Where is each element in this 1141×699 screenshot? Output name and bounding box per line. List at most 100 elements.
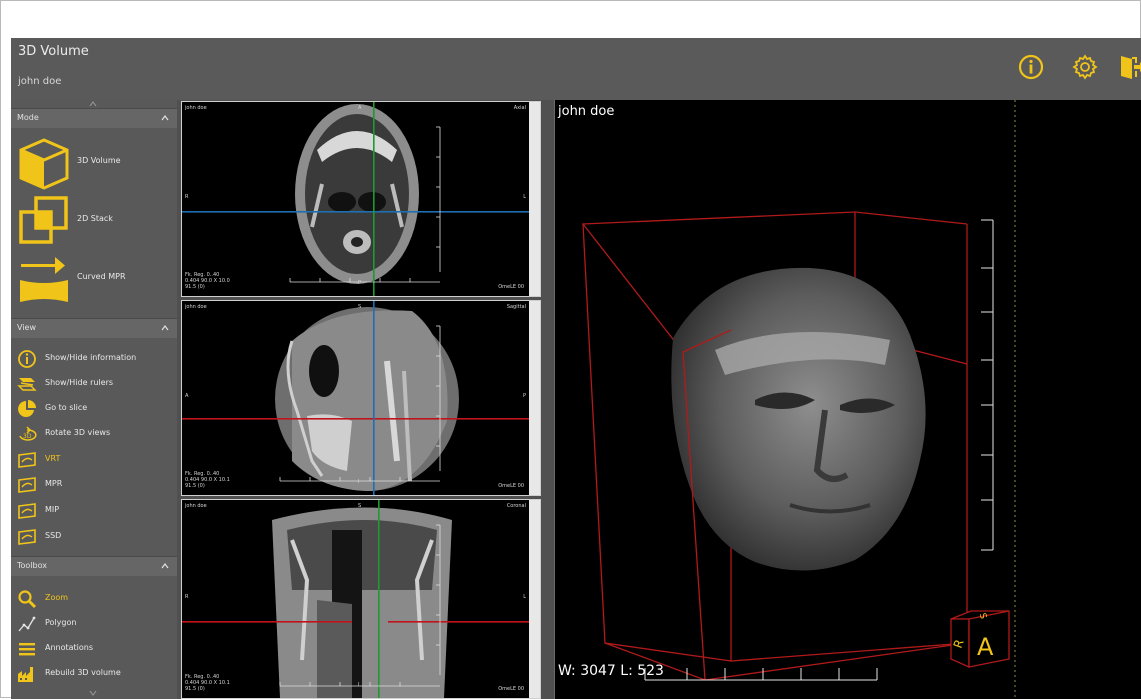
window-level-readout: W: 3047 L: 523 — [558, 663, 664, 679]
section-toolbox-title: Toolbox — [17, 561, 47, 570]
coronal-slice-image — [182, 500, 530, 698]
slice-patient-name: john doe — [185, 105, 207, 111]
render-icon — [18, 503, 36, 519]
view-show-hide-rulers[interactable]: Show/Hide rulers — [15, 371, 175, 395]
view-ssd[interactable]: SSD — [15, 524, 175, 548]
polygon-icon — [18, 616, 36, 632]
sagittal-slice-view[interactable]: john doe S Sagittal A P I Fk. Reg. 0..40… — [181, 300, 541, 496]
section-view-title: View — [17, 323, 36, 332]
scroll-up-icon[interactable] — [89, 101, 97, 107]
mode-label: 3D Volume — [77, 156, 121, 165]
view-item-label: Go to slice — [45, 403, 88, 412]
slice-stamp: OmeLE 00 — [498, 284, 524, 290]
section-view-header[interactable]: View — [11, 318, 177, 338]
slice-plane-label: Sagittal — [506, 304, 526, 310]
tool-label: Zoom — [45, 593, 69, 602]
view-rotate-3d-views[interactable]: 3D Rotate 3D views — [15, 421, 175, 445]
mode-3d-volume[interactable]: 3D Volume — [15, 134, 175, 190]
axial-slice-image — [182, 102, 530, 296]
tool-annotations[interactable]: Annotations — [15, 636, 175, 660]
rebuild-icon — [18, 667, 33, 682]
view3d-patient-name: john doe — [558, 104, 615, 119]
tool-label: Polygon — [45, 618, 77, 627]
ruler-icon — [17, 378, 37, 391]
cube-front-label: A — [977, 633, 994, 661]
mode-label: Curved MPR — [77, 272, 126, 281]
tool-label: Annotations — [45, 643, 94, 652]
view-item-label: MIP — [45, 505, 60, 514]
view-go-to-slice[interactable]: Go to slice — [15, 396, 175, 420]
slice-scrollbar[interactable] — [529, 102, 540, 296]
volume-render-view[interactable]: john doe W: 3047 L: 523 S R A — [554, 100, 1141, 699]
view-vrt[interactable]: VRT — [15, 447, 175, 471]
slice-orientation-right: L — [523, 194, 526, 200]
cube-icon — [19, 138, 69, 190]
slice-orientation-right: P — [522, 393, 526, 399]
view-item-label: Show/Hide information — [45, 353, 137, 362]
view-item-label: VRT — [45, 454, 61, 463]
slice-orientation-bottom: I — [358, 682, 360, 688]
slice-orientation-right: L — [523, 594, 526, 600]
gear-icon[interactable] — [1071, 53, 1099, 81]
scroll-down-icon[interactable] — [89, 690, 97, 696]
axial-slice-view[interactable]: john doe A Axial R L P Fk. Reg. 0..40 0.… — [181, 101, 541, 297]
slice-orientation-top: S — [358, 304, 362, 310]
page-title: 3D Volume — [18, 44, 89, 59]
header-bar: 3D Volume john doe — [11, 38, 1141, 100]
section-mode-header[interactable]: Mode — [11, 108, 177, 128]
view-item-label: Show/Hide rulers — [45, 378, 114, 387]
annotations-icon — [19, 643, 35, 656]
rotate-3d-icon: 3D — [19, 426, 37, 441]
sagittal-slice-image — [182, 301, 530, 495]
orientation-cube-icon[interactable]: S R A — [947, 605, 1017, 675]
info-icon[interactable] — [1017, 53, 1045, 81]
slice-orientation-bottom: I — [358, 479, 360, 485]
mode-2d-stack[interactable]: 2D Stack — [15, 192, 175, 248]
slice-stamp: OmeLE 00 — [498, 686, 524, 692]
pie-icon — [18, 400, 36, 417]
view-item-label: MPR — [45, 479, 63, 488]
slice-orientation-top: A — [358, 105, 362, 111]
slice-patient-name: john doe — [185, 503, 207, 509]
view-item-label: SSD — [45, 531, 62, 540]
chevron-up-icon — [161, 115, 169, 121]
slice-info-text: Fk. Reg. 0..40 0.404 90.0 X 10.0 91.5 (0… — [185, 272, 230, 290]
tool-zoom[interactable]: Zoom — [15, 586, 175, 610]
chevron-up-icon — [161, 563, 169, 569]
section-toolbox-header[interactable]: Toolbox — [11, 556, 177, 576]
slice-plane-label: Axial — [513, 105, 526, 111]
tool-polygon[interactable]: Polygon — [15, 611, 175, 635]
section-mode-title: Mode — [17, 113, 39, 122]
magnifier-icon — [18, 590, 37, 609]
mode-curved-mpr[interactable]: Curved MPR — [15, 250, 175, 306]
volume-render-image — [581, 100, 1016, 699]
view-mip[interactable]: MIP — [15, 498, 175, 522]
slice-plane-label: Coronal — [506, 503, 526, 509]
slice-patient-name: john doe — [185, 304, 207, 310]
patient-name: john doe — [18, 76, 62, 87]
view-show-hide-information[interactable]: Show/Hide information — [15, 346, 175, 370]
slice-scrollbar[interactable] — [529, 301, 540, 495]
tool-label: Rebuild 3D volume — [45, 668, 121, 677]
chevron-up-icon — [161, 325, 169, 331]
slice-info-text: Fk. Reg. 0..40 0.404 90.0 X 10.1 91.5 (0… — [185, 674, 230, 692]
slice-orientation-bottom: P — [358, 280, 362, 286]
info-icon — [18, 350, 36, 368]
render-icon — [18, 452, 36, 468]
curved-mpr-icon — [20, 257, 68, 302]
coronal-slice-view[interactable]: john doe S Coronal R L I Fk. Reg. 0..40 … — [181, 499, 541, 699]
viewer-app: 3D Volume john doe Mode 3D Volume 2D Sta… — [11, 38, 1141, 699]
sidebar: Mode 3D Volume 2D Stack Curved MPR View … — [11, 100, 177, 699]
mode-label: 2D Stack — [77, 214, 113, 223]
view-item-label: Rotate 3D views — [45, 428, 111, 437]
render-icon — [18, 529, 36, 545]
view-mpr[interactable]: MPR — [15, 472, 175, 496]
slice-stamp: OmeLE 00 — [498, 483, 524, 489]
tool-rebuild-3d-volume[interactable]: Rebuild 3D volume — [15, 661, 175, 685]
slice-orientation-left: A — [185, 393, 189, 399]
stack-icon — [19, 196, 68, 244]
exit-icon[interactable] — [1117, 53, 1141, 81]
svg-text:3D: 3D — [23, 433, 32, 440]
slice-scrollbar[interactable] — [529, 500, 540, 698]
slice-orientation-left: R — [185, 594, 189, 600]
